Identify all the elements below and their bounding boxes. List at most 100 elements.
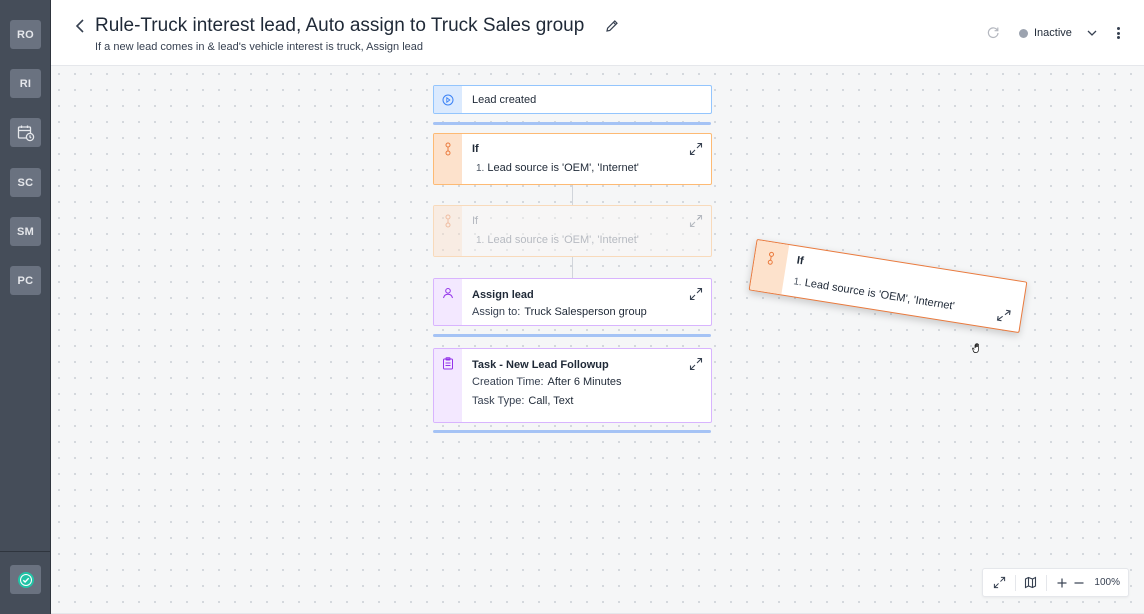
page-subtitle: If a new lead comes in & lead's vehicle …	[95, 41, 423, 53]
drop-zone-bar	[433, 334, 711, 337]
sidebar-item-label: RO	[16, 28, 35, 41]
assign-title: Assign lead	[472, 289, 534, 301]
branch-icon	[445, 214, 451, 228]
sidebar-status-button[interactable]	[10, 565, 41, 594]
check-circle-icon	[17, 571, 34, 588]
person-icon	[443, 288, 453, 299]
expand-icon	[994, 576, 1006, 589]
kebab-dot	[1116, 36, 1120, 39]
status-label: Inactive	[1034, 27, 1072, 39]
task-type-value: Call, Text	[528, 395, 574, 407]
assign-strip	[434, 279, 462, 325]
expand-icon	[996, 309, 1011, 322]
drop-zone-bar	[433, 122, 711, 125]
sidebar-item-sc[interactable]: SC	[10, 168, 41, 197]
clipboard-icon	[443, 357, 453, 370]
expand-button[interactable]	[689, 357, 703, 371]
sidebar-item-sm[interactable]: SM	[10, 217, 41, 246]
task-creation-field: Creation Time: After 6 Minutes	[472, 376, 711, 388]
drop-zone-bar	[433, 430, 711, 433]
assign-field-label: Assign to:	[472, 306, 521, 318]
grab-cursor-icon	[972, 343, 979, 353]
page-title: Rule-Truck interest lead, Auto assign to…	[95, 15, 585, 36]
map-icon	[1025, 576, 1037, 589]
sidebar-item-label: PC	[17, 274, 34, 287]
condition-title: If	[472, 143, 479, 155]
pencil-icon	[606, 20, 618, 32]
task-type-field: Task Type: Call, Text	[472, 395, 711, 407]
dragging-strip	[749, 240, 790, 295]
refresh-icon	[987, 27, 999, 39]
page-header: Rule-Truck interest lead, Auto assign to…	[51, 0, 1144, 66]
more-menu-button[interactable]	[1111, 24, 1125, 42]
zoom-in-button[interactable]	[1053, 573, 1071, 593]
zoom-controls: 100%	[982, 568, 1129, 597]
sidebar-item-pc[interactable]: PC	[10, 266, 41, 295]
sidebar-item-label: SC	[17, 176, 34, 189]
expand-icon	[689, 357, 703, 371]
edit-title-button[interactable]	[605, 19, 621, 35]
expand-icon-wrapper	[689, 214, 703, 228]
trigger-strip	[434, 86, 462, 113]
fit-view-button[interactable]	[991, 573, 1009, 593]
status-dot	[1019, 28, 1028, 38]
task-creation-label: Creation Time:	[472, 376, 544, 388]
zoom-level: 100%	[1094, 577, 1120, 588]
expand-button[interactable]	[996, 307, 1012, 323]
dragging-item-number: 1.	[792, 276, 803, 289]
trigger-node[interactable]: Lead created	[433, 85, 712, 114]
app-sidebar: RO RI SC SM PC	[0, 0, 51, 614]
condition-item: 1. Lead source is 'OEM', 'Internet'	[472, 162, 711, 174]
placeholder-item-number: 1.	[476, 235, 485, 246]
zoom-divider	[1014, 574, 1016, 591]
expand-icon	[689, 142, 703, 156]
connector-line	[572, 257, 573, 278]
task-title: Task - New Lead Followup	[472, 359, 609, 371]
zoom-divider	[1045, 574, 1047, 591]
minimap-button[interactable]	[1022, 573, 1040, 593]
workflow-canvas[interactable]: Lead created If 1. Lead source is 'OEM',…	[51, 66, 1144, 614]
zoom-out-button[interactable]	[1071, 573, 1089, 593]
sidebar-item-label: RI	[19, 77, 32, 90]
calendar-clock-icon	[17, 125, 34, 141]
expand-icon	[689, 214, 703, 228]
condition-strip	[434, 134, 462, 184]
chevron-left-icon	[75, 19, 84, 33]
placeholder-item-text: Lead source is 'OEM', 'Internet'	[487, 234, 639, 246]
expand-button[interactable]	[689, 287, 703, 301]
refresh-button[interactable]	[986, 25, 1002, 41]
status-dropdown[interactable]: Inactive	[1019, 25, 1098, 41]
assign-field: Assign to: Truck Salesperson group	[472, 306, 711, 318]
kebab-icon	[1116, 27, 1120, 30]
sidebar-item-ri[interactable]: RI	[10, 69, 41, 98]
sidebar-item-ro[interactable]: RO	[10, 20, 41, 49]
branch-icon	[445, 142, 451, 156]
task-node[interactable]: Task - New Lead Followup Creation Time: A…	[433, 348, 712, 423]
condition-item-number: 1.	[476, 163, 485, 174]
condition-node[interactable]: If 1. Lead source is 'OEM', 'Internet'	[433, 133, 712, 185]
expand-button[interactable]	[689, 142, 703, 156]
sidebar-item-scheduler[interactable]	[10, 118, 41, 147]
placeholder-title: If	[472, 215, 479, 227]
branch-icon	[767, 251, 775, 265]
connector-line	[572, 185, 573, 205]
back-button[interactable]	[71, 15, 89, 37]
placeholder-item: 1. Lead source is 'OEM', 'Internet'	[472, 234, 711, 246]
plus-icon	[1057, 578, 1067, 587]
trigger-label: Lead created	[472, 93, 537, 106]
sidebar-item-label: SM	[16, 225, 35, 238]
sidebar-divider	[0, 551, 50, 552]
dragging-condition-node[interactable]: If 1. Lead source is 'OEM', 'Internet'	[748, 238, 1028, 334]
assign-field-value: Truck Salesperson group	[524, 306, 647, 318]
condition-item-text: Lead source is 'OEM', 'Internet'	[487, 162, 639, 174]
placeholder-strip	[434, 206, 462, 256]
minus-icon	[1074, 581, 1084, 584]
task-creation-value: After 6 Minutes	[547, 376, 622, 388]
play-circle-icon	[442, 94, 454, 105]
condition-placeholder: If 1. Lead source is 'OEM', 'Internet'	[433, 205, 712, 257]
task-type-label: Task Type:	[472, 395, 525, 407]
kebab-dot	[1116, 31, 1120, 35]
assign-lead-node[interactable]: Assign lead Assign to: Truck Salesperson …	[433, 278, 712, 326]
task-strip	[434, 349, 462, 422]
chevron-down-icon	[1087, 30, 1097, 36]
